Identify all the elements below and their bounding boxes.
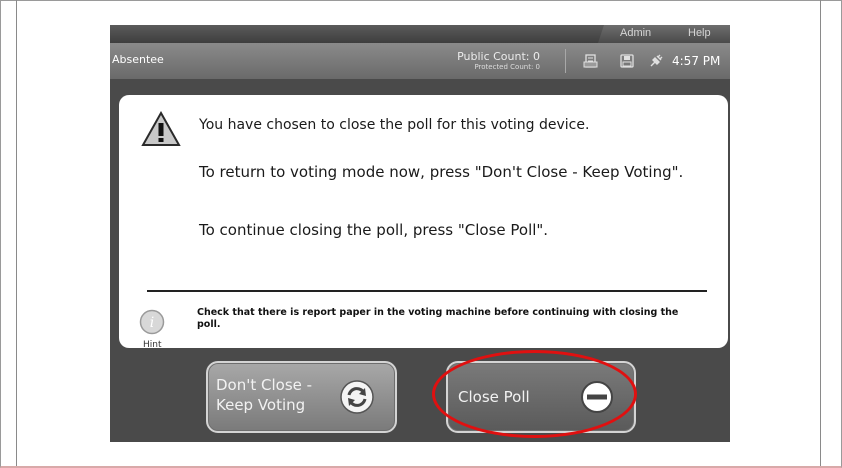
dialog-message-line3: To continue closing the poll, press "Clo… xyxy=(199,221,549,239)
top-menu-bar: Admin Help xyxy=(110,25,730,43)
close-poll-label: Close Poll xyxy=(458,388,530,406)
help-menu[interactable]: Help xyxy=(688,27,711,39)
admin-menu[interactable]: Admin xyxy=(620,27,651,39)
close-poll-button[interactable]: Close Poll xyxy=(446,361,636,433)
memory-card-icon xyxy=(620,54,634,68)
clock: 4:57 PM xyxy=(672,54,721,68)
mode-label: Absentee xyxy=(112,53,164,66)
voting-device-screen: Admin Help Absentee Public Count: 0 Prot… xyxy=(110,25,730,442)
dont-close-keep-voting-button[interactable]: Don't Close - Keep Voting xyxy=(206,361,397,433)
power-plug-icon xyxy=(650,54,663,67)
right-divider xyxy=(820,0,821,466)
public-count: Public Count: 0 xyxy=(457,50,540,63)
warning-icon xyxy=(141,111,181,146)
hint-label: Hint xyxy=(143,340,162,350)
status-bar: Absentee Public Count: 0 Protected Count… xyxy=(110,43,730,79)
left-divider xyxy=(16,0,17,466)
vote-counts: Public Count: 0 Protected Count: 0 xyxy=(410,50,540,72)
keep-voting-label: Don't Close - Keep Voting xyxy=(216,376,313,414)
close-poll-dialog: You have chosen to close the poll for th… xyxy=(119,95,728,350)
hint-text: Check that there is report paper in the … xyxy=(197,307,679,330)
info-hint-icon: i xyxy=(139,309,165,335)
svg-text:i: i xyxy=(150,315,154,331)
refresh-icon xyxy=(340,380,374,414)
close-minus-icon xyxy=(581,381,613,413)
dialog-message-line2: To return to voting mode now, press "Don… xyxy=(199,163,684,181)
printer-icon xyxy=(583,54,598,68)
dialog-message-line1: You have chosen to close the poll for th… xyxy=(199,117,590,133)
dialog-divider xyxy=(147,290,707,292)
protected-count: Protected Count: 0 xyxy=(474,63,540,71)
status-separator xyxy=(565,49,566,73)
